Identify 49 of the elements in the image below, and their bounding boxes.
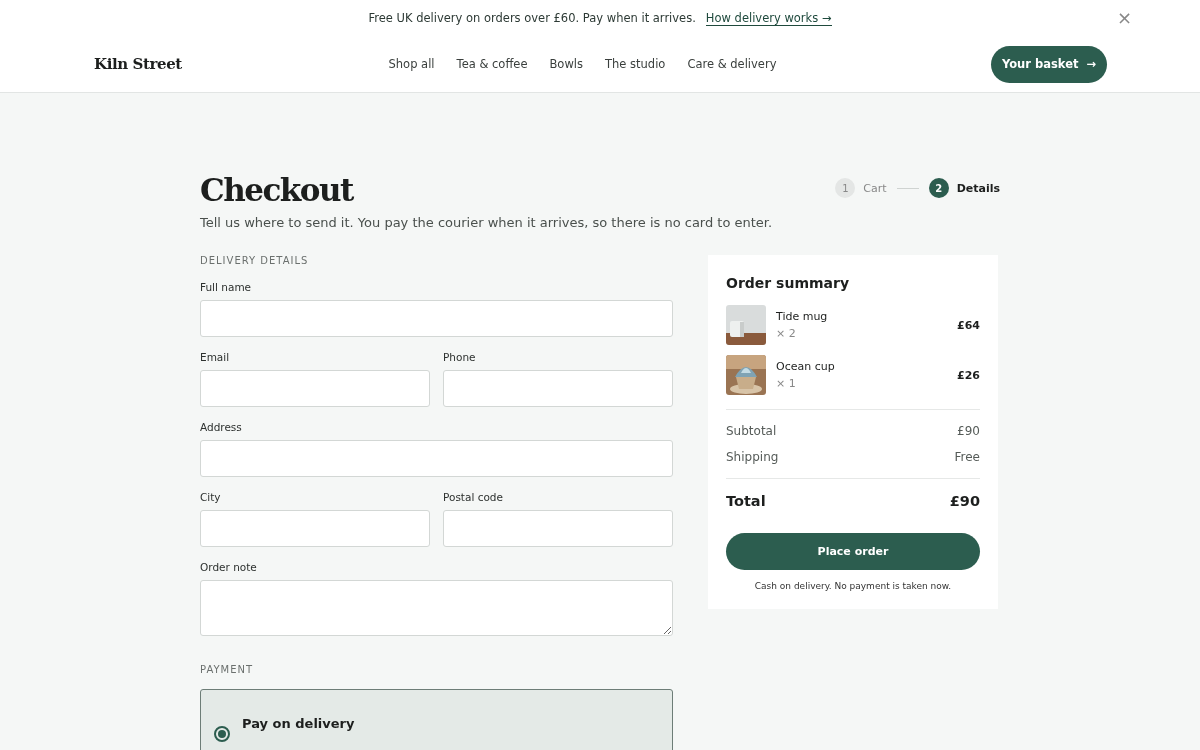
nav-link[interactable]: Bowls (549, 57, 583, 71)
input-field[interactable] (443, 370, 673, 407)
announcement-text: Free UK delivery on orders over £60. Pay when it arrives. (368, 11, 696, 25)
item-price: £64 (957, 318, 980, 332)
place-order-button[interactable]: Place order (726, 533, 980, 570)
item-name: Ocean cup (776, 360, 836, 373)
nav-link[interactable]: Care & delivery (687, 57, 777, 71)
nav-link[interactable]: The studio (605, 57, 666, 71)
field-label: Email (200, 351, 231, 363)
close-button[interactable]: × (1112, 8, 1136, 28)
field-label: City (200, 491, 222, 503)
nav-link[interactable]: Shop all (388, 57, 435, 71)
summary-title: Order summary (726, 275, 851, 291)
step-number: 2 (928, 178, 949, 198)
summary-value: Free (954, 450, 980, 464)
field-label: Order note (200, 561, 258, 573)
input-field[interactable] (200, 510, 430, 547)
radio-button[interactable] (214, 726, 230, 742)
input-field[interactable] (200, 370, 430, 407)
basket-button[interactable]: Your basket → (991, 45, 1107, 83)
page-title: Checkout (200, 171, 355, 210)
page-subtitle: Tell us where to send it. You pay the courier when it arrives, so there is no card to enter. (200, 215, 773, 230)
note-field[interactable] (200, 580, 673, 636)
input-field[interactable] (443, 510, 673, 547)
step-label: Cart (863, 181, 887, 195)
summary-label: Shipping (726, 450, 779, 464)
step-number: 1 (835, 178, 856, 198)
summary-label: Subtotal (726, 424, 777, 438)
total-label: Total (726, 493, 766, 509)
step-label: Details (956, 181, 1000, 195)
total-value: £90 (949, 493, 980, 509)
section-heading: PAYMENT (200, 664, 255, 675)
payment-note: Cash on delivery. No payment is taken now. (753, 581, 953, 591)
item-price: £26 (957, 368, 980, 382)
field-label: Phone (443, 351, 477, 363)
field-label: Full name (200, 281, 253, 293)
input-field[interactable] (200, 440, 673, 477)
section-heading: DELIVERY DETAILS (200, 255, 310, 266)
item-quantity: × 1 (776, 377, 797, 390)
delivery-link[interactable]: How delivery works → (705, 10, 832, 26)
item-quantity: × 2 (776, 327, 797, 340)
input-field[interactable] (200, 300, 673, 337)
field-label: Address (200, 421, 243, 433)
payment-option[interactable]: Pay on delivery (200, 689, 673, 750)
summary-value: £90 (957, 424, 980, 438)
logo[interactable]: Kiln Street (94, 55, 284, 73)
field-label: Postal code (443, 491, 504, 503)
item-name: Tide mug (776, 310, 829, 323)
nav-link[interactable]: Tea & coffee (456, 57, 528, 71)
